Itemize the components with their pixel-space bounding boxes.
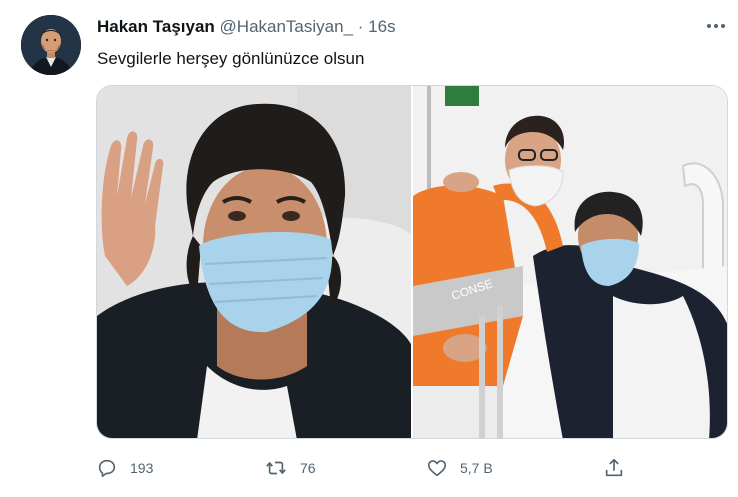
- reply-button[interactable]: 193: [96, 456, 153, 480]
- media-grid: CONSE: [96, 85, 728, 439]
- tweet-timestamp[interactable]: 16s: [368, 17, 395, 36]
- photo-man-waving-mask[interactable]: [97, 86, 411, 438]
- avatar-image: [21, 15, 81, 75]
- author-handle[interactable]: @HakanTasiyan_: [220, 17, 354, 36]
- photo-two-men-hospital[interactable]: CONSE: [413, 86, 727, 438]
- like-button[interactable]: 5,7 B: [426, 456, 493, 480]
- reply-count: 193: [130, 460, 154, 476]
- separator-dot: ·: [357, 17, 364, 36]
- retweet-button[interactable]: 76: [264, 456, 316, 480]
- share-button[interactable]: [603, 456, 625, 480]
- author-name[interactable]: Hakan Taşıyan: [97, 17, 215, 36]
- share-icon: [605, 458, 623, 477]
- more-options-icon[interactable]: [704, 17, 728, 35]
- tweet: Hakan Taşıyan @HakanTasiyan_ · 16s Sevgi…: [0, 0, 738, 497]
- tweet-header: Hakan Taşıyan @HakanTasiyan_ · 16s: [97, 16, 396, 38]
- reply-icon: [98, 459, 116, 478]
- heart-icon: [427, 460, 447, 477]
- avatar[interactable]: [21, 15, 81, 75]
- retweet-icon: [266, 461, 286, 475]
- tweet-actions: 193 76 5,7 B: [96, 456, 636, 480]
- like-count: 5,7 B: [460, 460, 493, 476]
- tweet-text: Sevgilerle herşey gönlünüzce olsun: [97, 49, 365, 68]
- retweet-count: 76: [300, 460, 316, 476]
